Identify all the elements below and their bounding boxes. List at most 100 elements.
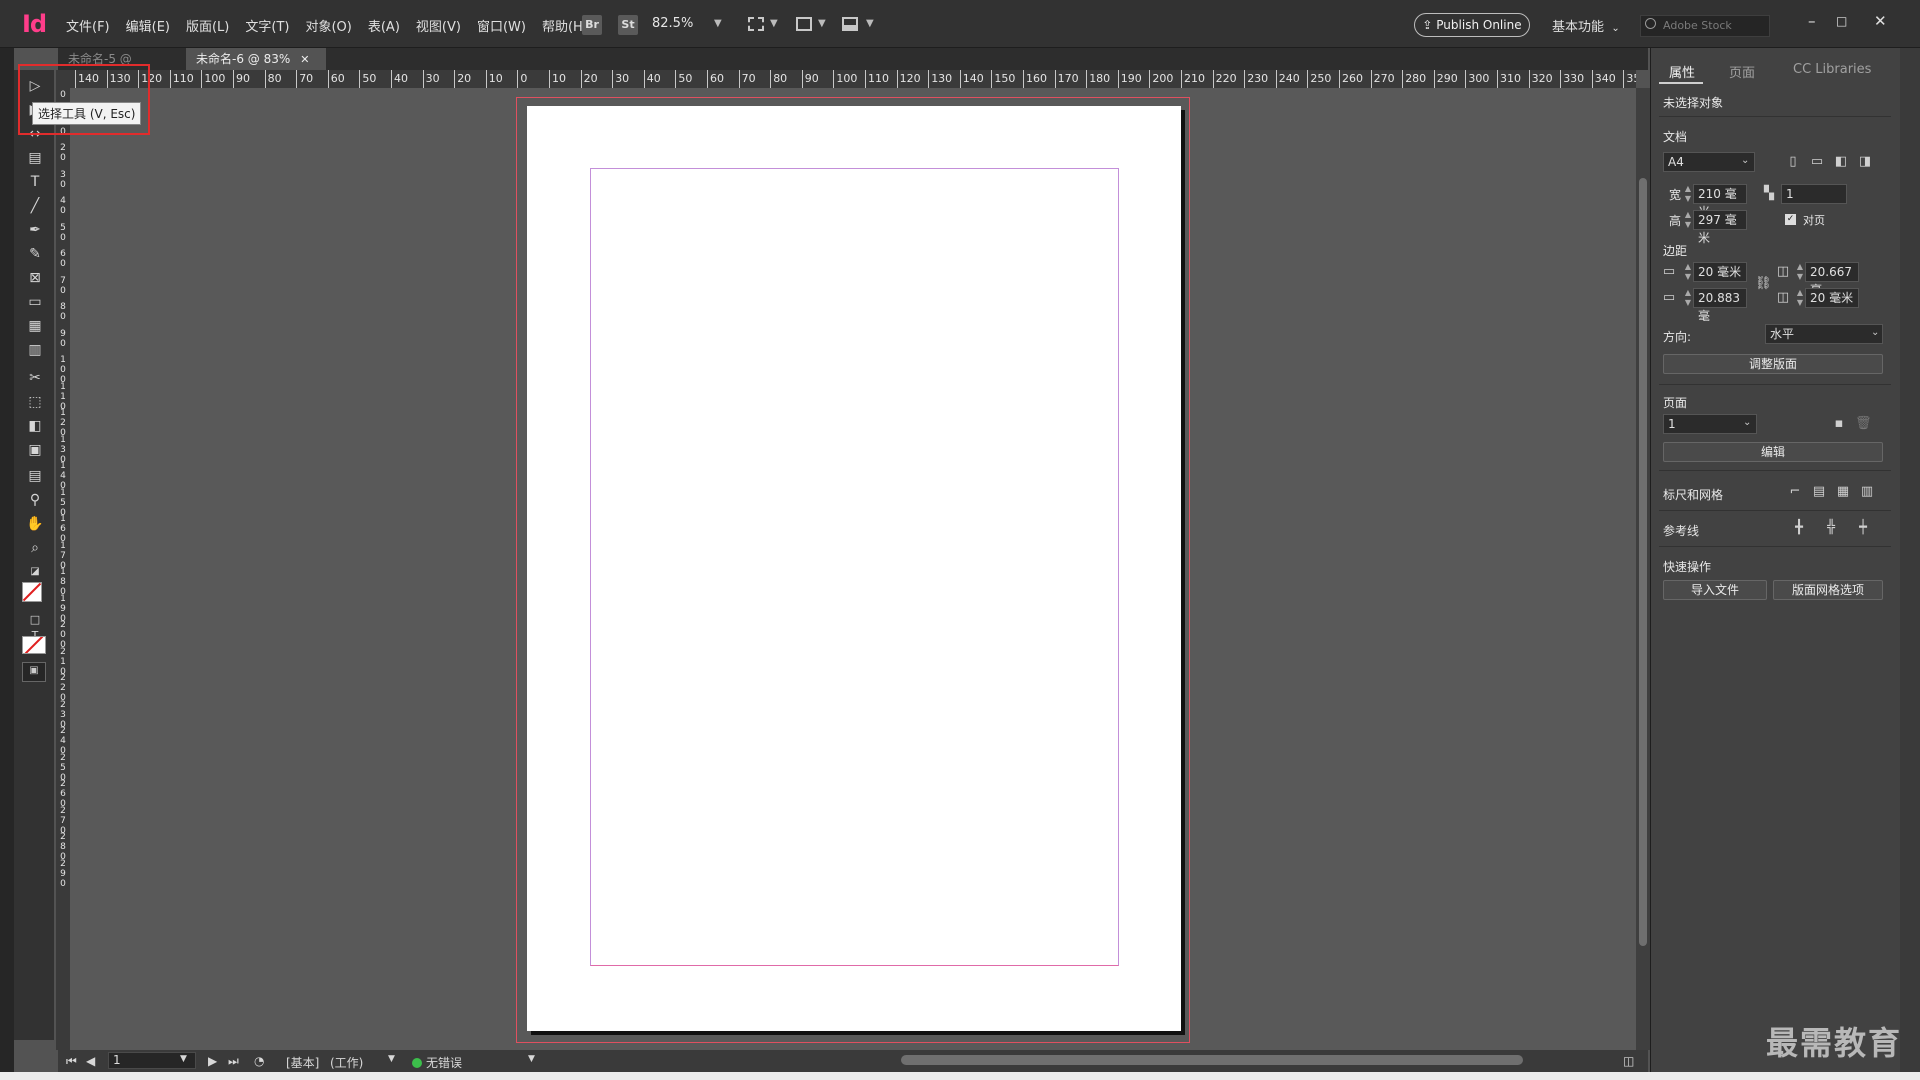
hand-tool-icon[interactable]: ✋	[26, 516, 44, 532]
apply-none-button[interactable]	[22, 636, 46, 654]
layout-grid-options-button[interactable]: 版面网格选项	[1773, 580, 1883, 600]
height-stepper-icon[interactable]: ▲ ▼	[1683, 210, 1693, 230]
arrange-chevron-down-icon[interactable]: ▼	[866, 18, 874, 29]
gradient-swatch-tool-icon[interactable]: ◧	[26, 418, 44, 434]
pencil-tool-icon[interactable]: ✎	[26, 246, 44, 262]
binding-right-icon[interactable]: ◨	[1857, 154, 1873, 170]
tab-cc-libraries[interactable]: CC Libraries	[1793, 62, 1871, 77]
tab-pages[interactable]: 页面	[1729, 62, 1755, 81]
menu-file[interactable]: 文件(F)	[58, 16, 118, 35]
preflight-icon[interactable]: ◔	[254, 1054, 264, 1068]
view-options-chevron-down-icon[interactable]: ▼	[770, 18, 778, 29]
menu-view[interactable]: 视图(V)	[408, 16, 469, 35]
vertical-scrollbar[interactable]	[1636, 88, 1650, 1050]
vertical-ruler[interactable]: 0102030405060708090100110120130140150160…	[56, 88, 71, 1050]
margin-bottom-stepper-icon[interactable]: ▲ ▼	[1683, 288, 1693, 308]
first-page-icon[interactable]: ⏮	[66, 1054, 77, 1069]
zoom-tool-icon[interactable]: ⌕	[26, 540, 44, 556]
previous-page-icon[interactable]: ◀	[86, 1054, 95, 1068]
import-file-button[interactable]: 导入文件	[1663, 580, 1767, 600]
edit-page-button[interactable]: 编辑	[1663, 442, 1883, 462]
type-tool-icon[interactable]: T	[26, 174, 44, 190]
horizontal-scroll-thumb[interactable]	[901, 1055, 1523, 1065]
margin-top-stepper-icon[interactable]: ▲ ▼	[1683, 262, 1693, 282]
guides-show-icon[interactable]: ╋	[1791, 520, 1807, 536]
ruler-toggle-icon[interactable]: ⌐	[1787, 484, 1803, 500]
stock-button[interactable]: St	[618, 15, 638, 35]
rectangle-tool-icon[interactable]: ▭	[26, 294, 44, 310]
preflight-status[interactable]: 无错误	[412, 1054, 462, 1071]
margin-inside-field[interactable]: 20.667 毫	[1805, 262, 1859, 297]
maximize-icon[interactable]: □	[1836, 14, 1847, 28]
close-icon[interactable]: ✕	[1874, 12, 1887, 30]
menu-type[interactable]: 文字(T)	[237, 16, 297, 35]
margin-outside-stepper-icon[interactable]: ▲ ▼	[1795, 288, 1805, 308]
horizontal-grid-tool-icon[interactable]: ▦	[26, 318, 44, 334]
swap-colors-icon[interactable]: ◪ ↺	[26, 564, 44, 593]
panel-collapse-strip[interactable]	[1900, 48, 1920, 1072]
note-tool-icon[interactable]: ▤	[26, 468, 44, 484]
zoom-chevron-down-icon[interactable]: ▼	[714, 18, 722, 29]
gradient-feather-tool-icon[interactable]: ▣	[26, 442, 44, 458]
formatting-affects-container-icon[interactable]: □ T	[26, 612, 44, 642]
tab-document-6[interactable]: 未命名-6 @ 83% ✕	[186, 48, 326, 70]
layout-grid-icon[interactable]: ▥	[1859, 484, 1875, 500]
bridge-button[interactable]: Br	[582, 15, 602, 35]
line-tool-icon[interactable]: ╱	[26, 198, 44, 214]
menu-object[interactable]: 对象(O)	[297, 16, 359, 35]
fill-swatch[interactable]	[22, 582, 42, 602]
document-grid-icon[interactable]: ▦	[1835, 484, 1851, 500]
workspace-switcher[interactable]: 基本功能 ⌄	[1552, 16, 1620, 35]
margin-top-field[interactable]: 20 毫米	[1693, 262, 1747, 282]
eyedropper-tool-icon[interactable]: ⚲	[26, 492, 44, 508]
page-chevron-down-icon[interactable]: ▼	[180, 1054, 187, 1064]
split-view-icon[interactable]: ◫	[1623, 1054, 1634, 1068]
adjust-layout-button[interactable]: 调整版面	[1663, 354, 1883, 374]
baseline-grid-icon[interactable]: ▤	[1811, 484, 1827, 500]
next-page-icon[interactable]: ▶	[208, 1054, 217, 1068]
last-page-icon[interactable]: ⏭	[228, 1054, 239, 1069]
arrange-documents-icon[interactable]	[842, 17, 858, 31]
menu-table[interactable]: 表(A)	[360, 16, 408, 35]
tab-close-icon[interactable]: ✕	[300, 53, 309, 66]
menu-edit[interactable]: 编辑(E)	[118, 16, 178, 35]
binding-left-icon[interactable]: ◧	[1833, 154, 1849, 170]
preflight-chevron-down-icon[interactable]: ▼	[528, 1054, 535, 1064]
new-page-icon[interactable]: ▪	[1831, 416, 1847, 432]
view-options-icon[interactable]	[748, 17, 764, 31]
link-margins-icon[interactable]: ⛓	[1755, 276, 1772, 292]
menu-window[interactable]: 窗口(W)	[469, 16, 534, 35]
horizontal-ruler[interactable]: 140 130 120 110 100 90 80 70 60 50 40 30 20 10 0 10 20 30…	[58, 70, 1636, 89]
screen-mode-normal-icon[interactable]: ▣	[22, 662, 46, 682]
vertical-grid-tool-icon[interactable]: ▥	[26, 342, 44, 358]
tab-properties[interactable]: 属性	[1669, 62, 1695, 81]
scissors-tool-icon[interactable]: ✂	[26, 370, 44, 386]
orientation-portrait-icon[interactable]: ▯	[1785, 154, 1801, 170]
pen-tool-icon[interactable]: ✒	[26, 222, 44, 238]
width-field[interactable]: 210 毫米	[1693, 184, 1747, 219]
rectangle-frame-tool-icon[interactable]: ⊠	[26, 270, 44, 286]
height-field[interactable]: 297 毫米	[1693, 210, 1747, 245]
width-stepper-icon[interactable]: ▲ ▼	[1683, 184, 1693, 204]
margin-inside-stepper-icon[interactable]: ▲ ▼	[1795, 262, 1805, 282]
screen-mode-chevron-down-icon[interactable]: ▼	[818, 18, 826, 29]
menu-layout[interactable]: 版面(L)	[178, 16, 237, 35]
orientation-select[interactable]: 水平	[1765, 324, 1883, 344]
smart-guides-icon[interactable]: ┿	[1855, 520, 1871, 536]
delete-page-icon[interactable]: 🗑	[1855, 416, 1872, 432]
content-collector-icon[interactable]: ▤	[26, 150, 44, 166]
guides-lock-icon[interactable]: ╬	[1823, 520, 1839, 536]
screen-mode-icon[interactable]	[796, 17, 812, 31]
free-transform-tool-icon[interactable]: ⬚	[26, 394, 44, 410]
vertical-scroll-thumb[interactable]	[1639, 178, 1647, 946]
orientation-landscape-icon[interactable]: ▭	[1809, 154, 1825, 170]
margin-bottom-field[interactable]: 20.883 毫	[1693, 288, 1747, 323]
mode-chevron-down-icon[interactable]: ▼	[388, 1054, 395, 1064]
pages-count-field[interactable]: 1	[1781, 184, 1847, 204]
zoom-level[interactable]: 82.5%	[652, 16, 693, 31]
minimize-icon[interactable]: –	[1808, 12, 1816, 30]
adobe-stock-search-input[interactable]: Adobe Stock	[1640, 15, 1770, 37]
facing-pages-checkbox[interactable]: ✓	[1785, 214, 1796, 225]
publish-online-button[interactable]: ⇪ Publish Online	[1414, 13, 1530, 37]
margin-outside-field[interactable]: 20 毫米	[1805, 288, 1859, 308]
